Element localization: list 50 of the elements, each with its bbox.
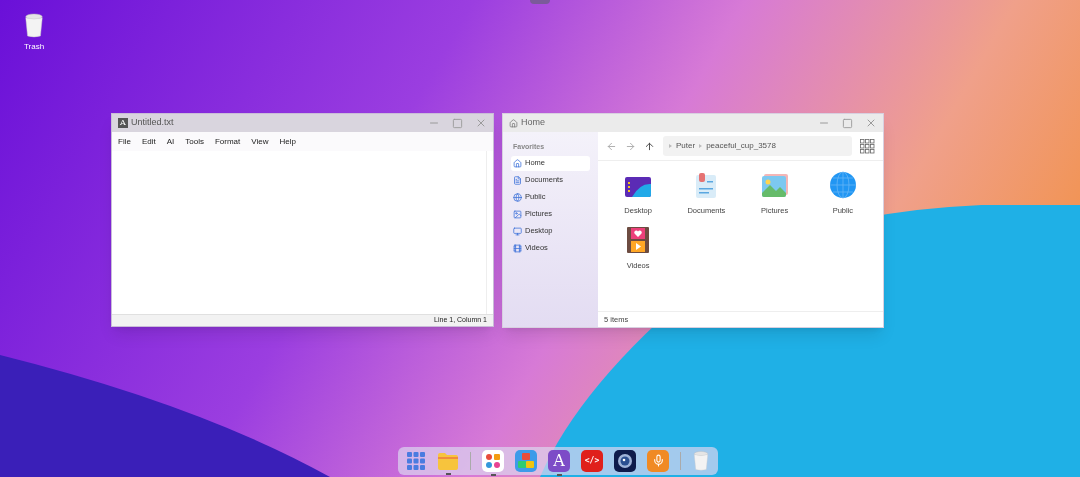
close-icon[interactable] — [475, 117, 487, 129]
running-indicator — [556, 473, 562, 476]
monitor-folder-icon — [624, 175, 653, 199]
app-store-icon[interactable] — [482, 449, 504, 472]
close-icon[interactable] — [865, 117, 877, 129]
up-icon[interactable] — [644, 140, 655, 152]
microphone-icon[interactable] — [647, 449, 669, 472]
home-icon — [513, 158, 522, 168]
image-folder-icon — [760, 173, 789, 199]
menu-item[interactable]: File — [118, 135, 131, 148]
image-icon — [513, 209, 522, 219]
camera-icon[interactable] — [614, 449, 636, 472]
breadcrumb-item[interactable]: peaceful_cup_3578 — [706, 140, 776, 152]
running-indicator — [490, 473, 496, 476]
top-handle[interactable] — [530, 0, 550, 4]
window-title: Home — [521, 116, 545, 130]
running-indicator — [445, 472, 451, 475]
back-icon[interactable] — [606, 140, 617, 152]
trash-icon — [692, 450, 710, 471]
film-folder-icon — [626, 226, 651, 255]
breadcrumb-item[interactable]: Puter — [676, 140, 696, 152]
code-editor-app-icon[interactable]: </> — [581, 449, 603, 472]
document-icon — [513, 175, 522, 185]
globe-folder-icon — [828, 171, 857, 199]
home-icon — [509, 118, 518, 128]
globe-icon — [513, 192, 522, 202]
app-grid-icon[interactable] — [406, 450, 426, 471]
window-title: Untitled.txt — [131, 116, 174, 130]
forward-icon[interactable] — [625, 140, 636, 152]
menu-item[interactable]: Edit — [141, 135, 156, 148]
maximize-icon[interactable] — [452, 117, 463, 129]
desktop-icon-label[interactable]: Trash — [23, 41, 45, 53]
menu-item[interactable]: Tools — [185, 135, 204, 148]
document-folder-icon — [694, 171, 719, 199]
film-icon — [513, 243, 522, 253]
grid-view-icon[interactable] — [860, 138, 875, 154]
path-bar[interactable]: Puter peaceful_cup_3578 — [663, 136, 852, 156]
menu-item[interactable]: Help — [279, 135, 296, 148]
menu-item[interactable]: Format — [214, 135, 241, 148]
chevron-icon — [669, 144, 672, 148]
app-logo-icon: A — [118, 118, 128, 128]
maximize-icon[interactable] — [842, 117, 853, 129]
trash-icon — [23, 12, 45, 38]
cubes-icon[interactable] — [515, 449, 537, 472]
text-editor-app-icon[interactable]: A — [548, 449, 570, 472]
menu-item[interactable]: AI — [166, 135, 175, 148]
monitor-icon — [513, 226, 522, 236]
chevron-icon — [699, 144, 703, 148]
menu-item[interactable]: View — [251, 135, 269, 148]
folder-icon[interactable] — [437, 450, 459, 471]
